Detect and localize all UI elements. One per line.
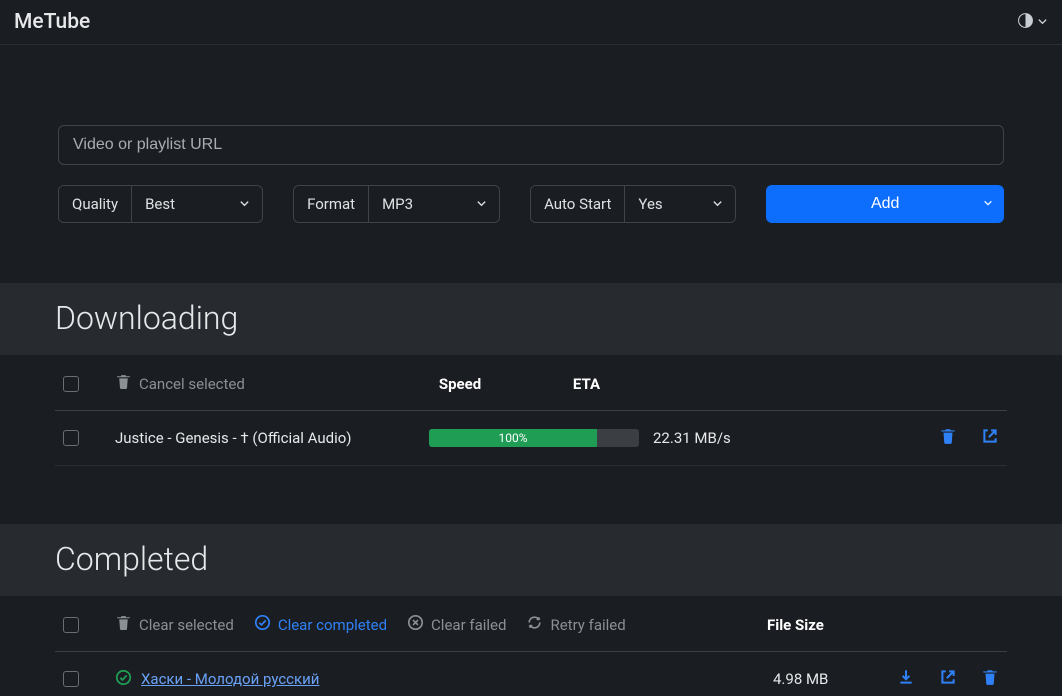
clear-completed-button[interactable]: Clear completed bbox=[254, 614, 387, 635]
add-dropdown-toggle[interactable] bbox=[970, 185, 1004, 223]
trash-icon bbox=[115, 614, 132, 635]
theme-toggle[interactable] bbox=[1017, 12, 1048, 33]
check-circle-icon bbox=[254, 614, 271, 635]
format-value: MP3 bbox=[382, 195, 413, 213]
url-input[interactable] bbox=[58, 125, 1004, 165]
completed-table-head: Clear selected Clear completed Clear fai… bbox=[55, 596, 1007, 652]
filesize-value: 4.98 MB bbox=[773, 670, 883, 688]
select-all-downloading-checkbox[interactable] bbox=[63, 376, 79, 392]
completed-header: Completed bbox=[0, 524, 1062, 596]
url-form: Quality Best Format MP3 Auto Start Yes bbox=[0, 45, 1062, 241]
delete-download-button[interactable] bbox=[939, 427, 957, 449]
topbar: MeTube bbox=[0, 0, 1062, 45]
trash-icon bbox=[115, 373, 132, 394]
downloading-header: Downloading bbox=[0, 283, 1062, 355]
autostart-label: Auto Start bbox=[531, 186, 625, 222]
brand-title: MeTube bbox=[14, 10, 90, 34]
format-select[interactable]: MP3 bbox=[369, 186, 499, 222]
table-row: Justice - Genesis - † (Official Audio) 1… bbox=[55, 411, 1007, 466]
cancel-selected-label: Cancel selected bbox=[139, 375, 245, 393]
delete-completed-button[interactable] bbox=[981, 668, 999, 690]
half-circle-icon bbox=[1017, 12, 1034, 33]
speed-column-header: Speed bbox=[439, 375, 559, 393]
x-circle-icon bbox=[407, 614, 424, 635]
row-checkbox[interactable] bbox=[63, 430, 79, 446]
add-label: Add bbox=[871, 195, 899, 213]
downloading-table-head: Cancel selected Speed ETA bbox=[55, 355, 1007, 411]
chevron-down-icon bbox=[983, 195, 993, 213]
retry-failed-label: Retry failed bbox=[550, 616, 625, 634]
open-link-button[interactable] bbox=[939, 668, 957, 690]
cancel-selected-button[interactable]: Cancel selected bbox=[115, 373, 245, 394]
chevron-down-icon bbox=[239, 195, 250, 213]
clear-selected-label: Clear selected bbox=[139, 616, 234, 634]
speed-value: 22.31 MB/s bbox=[653, 429, 773, 447]
download-file-button[interactable] bbox=[897, 668, 915, 690]
downloading-title: Downloading bbox=[55, 299, 1007, 337]
progress-cell: 100% bbox=[429, 429, 639, 447]
refresh-icon bbox=[526, 614, 543, 635]
clear-failed-label: Clear failed bbox=[431, 616, 506, 634]
clear-failed-button[interactable]: Clear failed bbox=[407, 614, 506, 635]
add-button[interactable]: Add bbox=[766, 185, 1004, 223]
table-row: Хаски - Молодой русский 4.98 MB bbox=[55, 652, 1007, 696]
completed-item-link[interactable]: Хаски - Молодой русский bbox=[141, 670, 319, 688]
format-label: Format bbox=[294, 186, 369, 222]
chevron-down-icon bbox=[712, 195, 723, 213]
autostart-select[interactable]: Yes bbox=[625, 186, 735, 222]
clear-selected-button[interactable]: Clear selected bbox=[115, 614, 234, 635]
progress-text: 100% bbox=[498, 431, 527, 445]
autostart-value: Yes bbox=[638, 195, 662, 213]
filesize-column-header: File Size bbox=[767, 616, 877, 634]
progress-bar: 100% bbox=[429, 429, 639, 447]
external-link-icon bbox=[939, 668, 957, 690]
open-link-button[interactable] bbox=[981, 427, 999, 449]
trash-icon bbox=[939, 427, 957, 449]
success-icon bbox=[115, 669, 132, 690]
eta-column-header: ETA bbox=[573, 375, 683, 393]
chevron-down-icon bbox=[1037, 13, 1048, 31]
progress-fill: 100% bbox=[429, 429, 597, 447]
chevron-down-icon bbox=[476, 195, 487, 213]
item-name: Justice - Genesis - † (Official Audio) bbox=[115, 429, 415, 447]
select-all-completed-checkbox[interactable] bbox=[63, 617, 79, 633]
retry-failed-button[interactable]: Retry failed bbox=[526, 614, 625, 635]
trash-icon bbox=[981, 668, 999, 690]
row-checkbox[interactable] bbox=[63, 671, 79, 687]
quality-value: Best bbox=[145, 195, 175, 213]
download-icon bbox=[897, 668, 915, 690]
clear-completed-label: Clear completed bbox=[278, 616, 387, 634]
quality-label: Quality bbox=[59, 186, 132, 222]
completed-title: Completed bbox=[55, 540, 1007, 578]
quality-select[interactable]: Best bbox=[132, 186, 262, 222]
external-link-icon bbox=[981, 427, 999, 449]
